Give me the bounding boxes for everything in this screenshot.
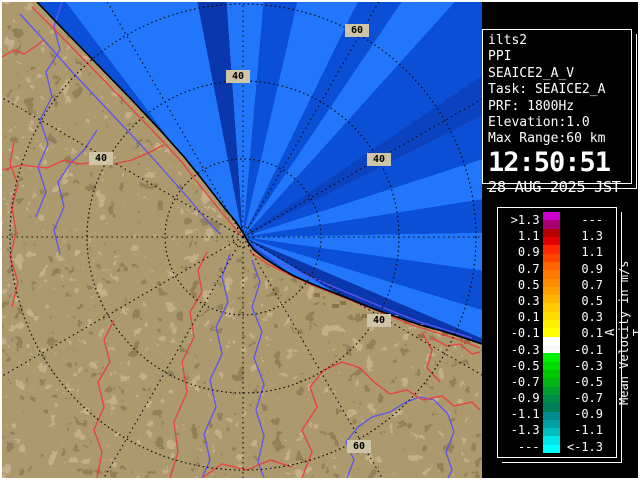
legend-color-cell [543,295,561,303]
legend-bottom-marker: T [631,329,640,336]
legend-color-cell [543,262,561,270]
legend-color-cell [543,270,561,278]
range-ring-label: 60 [347,440,371,453]
legend-top-marker: A [603,329,617,336]
max-range-value: Max Range:60 km [488,131,626,147]
legend-left-value: 0.1 [500,309,540,325]
legend-left-value: --- [500,439,540,455]
elevation-value: Elevation:1.0 [488,115,626,131]
range-ring-label: 60 [345,24,369,37]
legend-left-value: -0.5 [500,358,540,374]
legend-color-cell [543,378,561,386]
legend-color-cell [543,420,561,428]
legend-color-cell [543,412,561,420]
legend-right-value: 0.9 [563,261,603,277]
task-name: Task: SEAICE2_A [488,82,626,98]
legend-right-value: -0.1 [563,342,603,358]
legend-color-cell [543,337,561,345]
radar-app-window: 60 40 40 40 40 60 ilts2 PPI SEAICE2_A_V Task:… [0,0,640,480]
legend-axis-label: Mean Velocity in m/s [617,260,631,405]
product-name: SEAICE2_A_V [488,66,626,82]
legend-color-cell [543,220,561,228]
legend-color-cell [543,245,561,253]
legend-color-cell [543,403,561,411]
legend-left-value: -0.9 [500,390,540,406]
legend-color-cell [543,362,561,370]
legend-left-value: 0.5 [500,277,540,293]
legend-right-value: 0.1 [563,325,603,341]
legend-right-value: -0.3 [563,358,603,374]
legend-color-cell [543,320,561,328]
legend-color-cell [543,436,561,444]
legend-color-cell [543,212,561,220]
clock-time: 12:50:51 [488,148,626,178]
legend-right-value: 1.1 [563,244,603,260]
legend-color-cell [543,254,561,262]
legend-right-value: -0.5 [563,374,603,390]
legend-color-bar [543,212,561,453]
legend-color-cell [543,229,561,237]
legend-right-value: 0.7 [563,277,603,293]
range-ring-label: 40 [89,152,113,165]
legend-left-value: -0.3 [500,342,540,358]
legend-left-value: -1.1 [500,406,540,422]
range-ring-label: 40 [367,153,391,166]
prf-value: PRF: 1800Hz [488,99,626,115]
legend-left-value: 1.1 [500,228,540,244]
legend-color-cell [543,345,561,353]
legend-right-value: --- [563,212,603,228]
legend-right-value: -0.7 [563,390,603,406]
legend-color-cell [543,279,561,287]
legend-right-value: 0.3 [563,309,603,325]
legend-color-cell [543,303,561,311]
legend-left-value: 0.9 [500,244,540,260]
scan-mode: PPI [488,49,626,65]
radar-map: 60 40 40 40 40 60 [2,2,482,478]
legend-color-cell [543,445,561,453]
legend-left-value: -1.3 [500,422,540,438]
legend-color-cell [543,312,561,320]
legend-right-value: 0.5 [563,293,603,309]
legend-color-cell [543,428,561,436]
legend-color-cell [543,237,561,245]
legend-right-values: ---1.31.10.90.70.50.30.1-0.1-0.3-0.5-0.7… [563,212,603,453]
legend-color-cell [543,287,561,295]
clock-date: 28 AUG 2025 JST [488,178,626,197]
legend-color-cell [543,370,561,378]
legend-right-value: 1.3 [563,228,603,244]
legend-left-values: >1.31.10.90.70.50.30.1-0.1-0.3-0.5-0.7-0… [500,212,540,453]
range-ring-label: 40 [367,314,391,327]
legend-left-value: -0.7 [500,374,540,390]
legend-right-value: -1.1 [563,422,603,438]
legend-color-cell [543,387,561,395]
legend-left-value: 0.7 [500,261,540,277]
site-id: ilts2 [488,33,626,49]
legend-axis: A Mean Velocity in m/s T [603,212,616,453]
legend-color-cell [543,328,561,336]
radar-info-panel: ilts2 PPI SEAICE2_A_V Task: SEAICE2_A PR… [482,29,632,184]
velocity-legend-panel: >1.31.10.90.70.50.30.1-0.1-0.3-0.5-0.7-0… [497,207,617,458]
legend-left-value: 0.3 [500,293,540,309]
legend-left-value: >1.3 [500,212,540,228]
legend-color-cell [543,395,561,403]
legend-right-value: -0.9 [563,406,603,422]
legend-right-value: <-1.3 [563,439,603,455]
range-ring-label: 40 [226,70,250,83]
legend-left-value: -0.1 [500,325,540,341]
legend-color-cell [543,353,561,361]
